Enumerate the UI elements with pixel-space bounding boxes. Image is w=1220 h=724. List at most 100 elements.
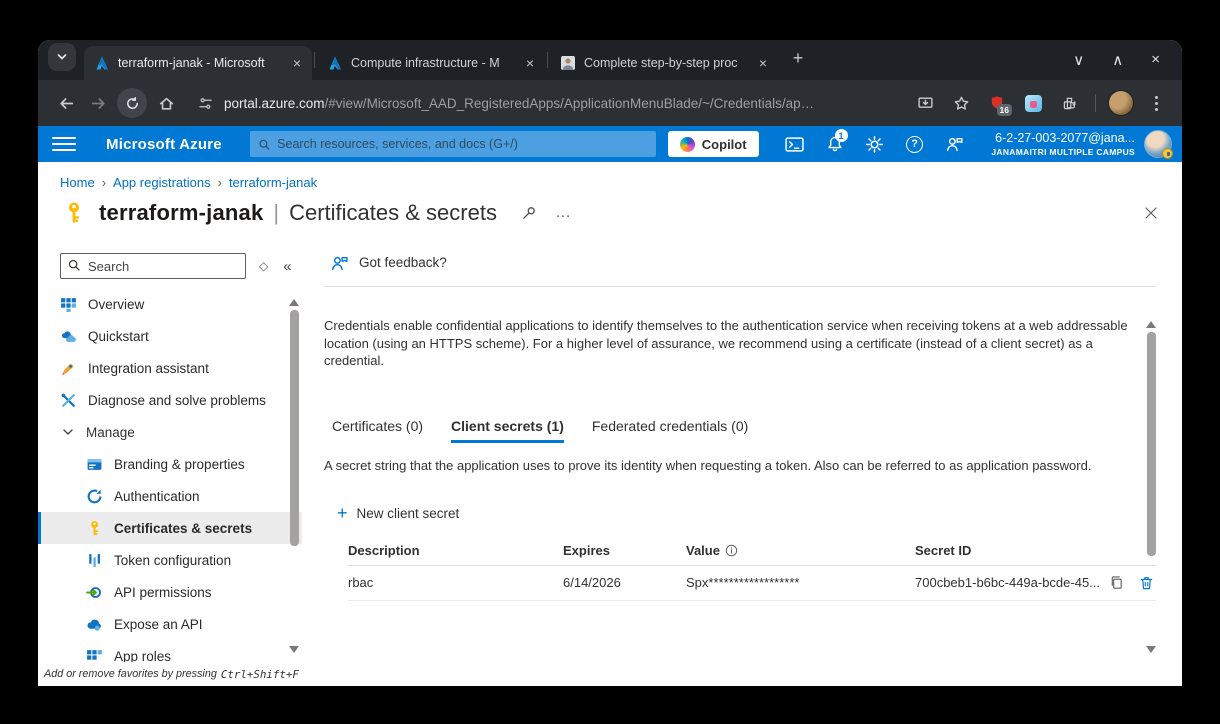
collapse-sidebar-icon[interactable]: « xyxy=(283,258,291,275)
window-minimize-icon[interactable]: ∨ xyxy=(1073,51,1084,69)
credentials-description: Credentials enable confidential applicat… xyxy=(324,317,1142,370)
content-scrollbar[interactable] xyxy=(1145,316,1157,658)
reload-icon xyxy=(125,96,140,111)
breadcrumb-app-registrations[interactable]: App registrations xyxy=(113,175,211,190)
window-close-icon[interactable]: × xyxy=(1151,51,1160,69)
sidebar-item-label: App roles xyxy=(114,649,171,663)
lock-badge-icon xyxy=(1162,148,1173,159)
breadcrumb: Home › App registrations › terraform-jan… xyxy=(38,162,1182,190)
got-feedback-link[interactable]: Got feedback? xyxy=(324,239,1156,286)
tab-terraform-janak[interactable]: terraform-janak - Microsoft × xyxy=(84,46,312,80)
new-client-secret-button[interactable]: New client secret xyxy=(357,506,460,521)
more-options-button[interactable]: … xyxy=(555,204,572,222)
azure-header-icons: 1 ? xyxy=(775,126,975,162)
info-icon xyxy=(725,544,738,557)
back-button[interactable] xyxy=(50,87,82,119)
home-button[interactable] xyxy=(150,87,182,119)
sidebar-scrollbar[interactable] xyxy=(288,294,300,658)
help-button[interactable]: ? xyxy=(895,126,935,162)
sidebar-item-integration-assistant[interactable]: Integration assistant xyxy=(38,352,302,384)
forward-button[interactable] xyxy=(82,87,114,119)
extensions-button[interactable] xyxy=(1055,89,1083,117)
azure-search-input[interactable] xyxy=(277,137,648,151)
account-info[interactable]: 6-2-27-003-2077@jana... JANAMAITRI MULTI… xyxy=(991,131,1135,157)
notifications-button[interactable]: 1 xyxy=(815,126,855,162)
column-value[interactable]: Value xyxy=(686,543,720,558)
sidebar-item-certificates-secrets[interactable]: Certificates & secrets xyxy=(38,512,302,544)
notification-count-badge: 1 xyxy=(835,129,848,142)
page-title: terraform-janak xyxy=(99,200,263,226)
tab-close-icon[interactable]: × xyxy=(754,54,772,72)
sidebar-item-label: Token configuration xyxy=(114,553,231,568)
sidebar-item-authentication[interactable]: Authentication xyxy=(38,480,302,512)
breadcrumb-home[interactable]: Home xyxy=(60,175,95,190)
tab-close-icon[interactable]: × xyxy=(288,54,306,72)
scroll-up-arrow[interactable] xyxy=(289,294,299,306)
scroll-down-arrow[interactable] xyxy=(1146,646,1156,658)
account-tenant: JANAMAITRI MULTIPLE CAMPUS xyxy=(991,147,1135,158)
filter-diamond-icon[interactable]: ◇ xyxy=(259,259,268,273)
azure-brand[interactable]: Microsoft Azure xyxy=(106,136,222,153)
new-tab-button[interactable]: + xyxy=(784,44,812,72)
tab-client-secrets[interactable]: Client secrets (1) xyxy=(451,418,564,443)
tab-federated-credentials[interactable]: Federated credentials (0) xyxy=(592,418,748,443)
puzzle-icon xyxy=(1061,95,1078,112)
azure-top-bar: Microsoft Azure Copilot 1 ? xyxy=(38,126,1182,162)
scroll-down-arrow[interactable] xyxy=(289,646,299,658)
azure-search-box[interactable] xyxy=(250,131,656,157)
key-icon xyxy=(62,201,86,225)
sidebar-item-quickstart[interactable]: Quickstart xyxy=(38,320,302,352)
pivot-tabs: Certificates (0) Client secrets (1) Fede… xyxy=(332,418,1156,443)
portal-menu-button[interactable] xyxy=(52,137,76,151)
tab-close-icon[interactable]: × xyxy=(521,54,539,72)
address-bar[interactable]: portal.azure.com/#view/Microsoft_AAD_Reg… xyxy=(182,96,901,111)
color-extension-button[interactable] xyxy=(1019,89,1047,117)
window-maximize-icon[interactable]: ∧ xyxy=(1112,51,1123,69)
scroll-up-arrow[interactable] xyxy=(1146,316,1156,328)
copilot-button[interactable]: Copilot xyxy=(668,131,759,157)
blade-close-button[interactable] xyxy=(1144,206,1158,220)
sidebar-item-expose-api[interactable]: Expose an API xyxy=(38,608,302,640)
browser-profile-avatar[interactable] xyxy=(1108,90,1134,116)
adblock-extension-button[interactable]: 16 xyxy=(983,89,1011,117)
tab-compute-infrastructure[interactable]: Compute infrastructure - M × xyxy=(317,46,545,80)
title-separator: | xyxy=(273,200,279,226)
tab-search-button[interactable] xyxy=(48,43,76,71)
cloud-shell-button[interactable] xyxy=(775,126,815,162)
blade-content: Credentials enable confidential applicat… xyxy=(324,287,1156,686)
settings-button[interactable] xyxy=(855,126,895,162)
browser-menu-button[interactable] xyxy=(1142,89,1170,117)
sidebar-item-app-roles[interactable]: App roles xyxy=(38,640,302,662)
scrollbar-thumb[interactable] xyxy=(1147,332,1156,556)
copy-secret-id-button[interactable] xyxy=(1109,575,1124,590)
scrollbar-thumb[interactable] xyxy=(290,310,299,546)
pin-button[interactable] xyxy=(521,205,537,221)
column-expires[interactable]: Expires xyxy=(563,543,686,558)
reload-button[interactable] xyxy=(117,88,147,118)
feedback-button[interactable] xyxy=(935,126,975,162)
secrets-table: Description Expires Value Secret ID rbac… xyxy=(348,536,1156,601)
column-secret-id[interactable]: Secret ID xyxy=(915,543,1156,558)
breadcrumb-terraform-janak[interactable]: terraform-janak xyxy=(229,175,317,190)
sidebar-item-branding[interactable]: Branding & properties xyxy=(38,448,302,480)
install-app-button[interactable] xyxy=(911,89,939,117)
secret-note: A secret string that the application use… xyxy=(324,458,1156,473)
column-description[interactable]: Description xyxy=(348,543,563,558)
sidebar-group-manage[interactable]: Manage xyxy=(38,416,302,448)
account-avatar[interactable] xyxy=(1144,130,1172,158)
tab-certificates[interactable]: Certificates (0) xyxy=(332,418,423,443)
tab-complete-step-by-step[interactable]: Complete step-by-step proc × xyxy=(550,46,778,80)
site-settings-icon xyxy=(198,96,213,111)
browser-toolbar: portal.azure.com/#view/Microsoft_AAD_Reg… xyxy=(38,80,1182,126)
sidebar-item-diagnose[interactable]: Diagnose and solve problems xyxy=(38,384,302,416)
sidebar-item-token-configuration[interactable]: Token configuration xyxy=(38,544,302,576)
sidebar-search-input[interactable] xyxy=(60,253,246,279)
sidebar-item-api-permissions[interactable]: API permissions xyxy=(38,576,302,608)
extension-icon xyxy=(1025,95,1042,112)
sidebar-item-overview[interactable]: Overview xyxy=(38,288,302,320)
pin-icon xyxy=(521,205,537,221)
grid-icon xyxy=(60,296,77,313)
bookmark-star-button[interactable] xyxy=(947,89,975,117)
kebab-menu-icon xyxy=(1144,96,1168,111)
person-favicon-icon xyxy=(560,55,576,71)
